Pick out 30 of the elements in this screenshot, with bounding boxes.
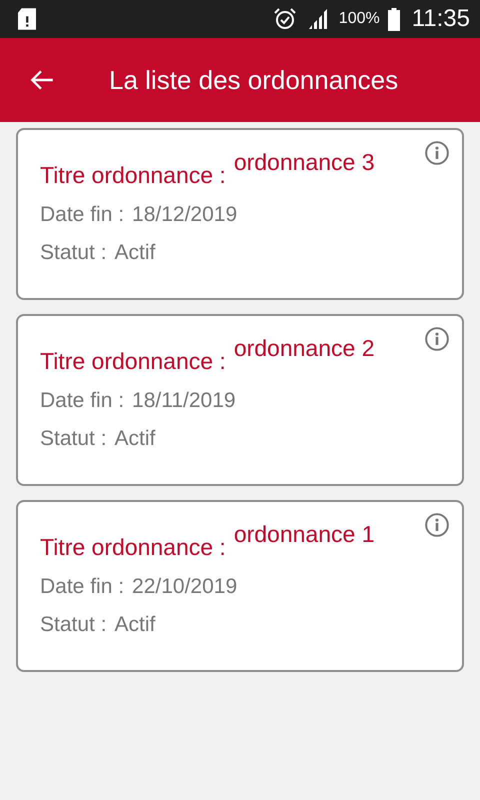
status-label: Statut : [40,241,107,265]
clock: 11:35 [412,5,470,33]
prescription-card[interactable]: Titre ordonnance : ordonnance 3 Date fin : 18/12/2019 Statut : Actif [16,128,464,300]
status-value: Actif [114,427,156,451]
battery-icon [388,7,400,31]
info-icon[interactable] [424,512,450,538]
title-label: Titre ordonnance : [40,533,226,561]
info-icon[interactable] [424,140,450,166]
title-label: Titre ordonnance : [40,347,226,375]
prescription-title: ordonnance 1 [234,520,376,548]
info-icon[interactable] [424,326,450,352]
prescription-card[interactable]: Titre ordonnance : ordonnance 2 Date fin : 18/11/2019 Statut : Actif [16,314,464,486]
date-label: Date fin : [40,389,124,413]
status-label: Statut : [40,427,107,451]
end-date: 18/11/2019 [132,389,236,413]
prescription-title: ordonnance 3 [234,148,376,176]
status-value: Actif [114,241,156,265]
end-date: 18/12/2019 [132,203,238,227]
sd-card-icon [18,8,36,30]
title-label: Titre ordonnance : [40,161,226,189]
screen-title: La liste des ordonnances [109,64,398,96]
date-label: Date fin : [40,575,124,599]
status-value: Actif [114,613,156,637]
end-date: 22/10/2019 [132,575,238,599]
prescription-title: ordonnance 2 [234,334,376,362]
battery-percent: 100% [338,10,380,28]
date-label: Date fin : [40,203,124,227]
alarm-clock-icon [272,7,297,31]
prescription-card[interactable]: Titre ordonnance : ordonnance 1 Date fin : 22/10/2019 Statut : Actif [16,500,464,672]
status-label: Statut : [40,613,107,637]
